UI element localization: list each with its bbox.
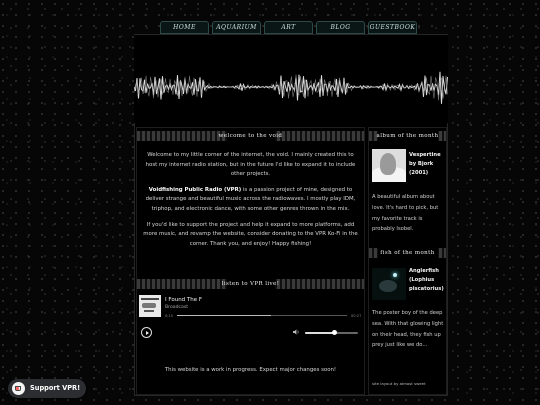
main-nav: HOME AQUARIUM ART BLOG GUESTBOOK	[160, 21, 417, 34]
album-heading: album of the month	[369, 131, 446, 141]
nav-blog[interactable]: BLOG	[316, 21, 365, 34]
listen-heading: listen to VPR live!	[137, 279, 364, 289]
layout-credit-link[interactable]: site layout by almost sweet	[372, 381, 426, 386]
nav-guestbook[interactable]: GUESTBOOK	[368, 21, 417, 34]
volume-handle[interactable]	[331, 330, 337, 335]
main-panel: welcome to the void Welcome to my little…	[136, 127, 365, 395]
waveform-banner	[134, 35, 448, 123]
duration-time: 00:27	[351, 314, 362, 318]
radio-paragraph: Voidfishing Public Radio (VPR) is a pass…	[137, 186, 364, 215]
sidebar: album of the month Vespertine by Bjork (…	[368, 127, 447, 395]
album-art	[139, 295, 161, 317]
track-title: I Found The F	[165, 297, 203, 303]
fish-image	[372, 268, 406, 300]
album-description: A beautiful album about love. It's hard …	[372, 194, 439, 233]
support-label: Support VPR!	[30, 384, 81, 392]
welcome-heading: welcome to the void	[137, 131, 364, 141]
support-vpr-button[interactable]: Support VPR!	[8, 379, 86, 398]
seek-bar[interactable]	[177, 315, 347, 316]
fish-heading: fish of the month	[369, 248, 446, 258]
radio-name: Voidfishing Public Radio (VPR)	[148, 186, 242, 193]
nav-art[interactable]: ART	[264, 21, 313, 34]
kofi-cup-icon	[12, 382, 25, 395]
nav-aquarium[interactable]: AQUARIUM	[212, 21, 261, 34]
support-paragraph: If you'd like to support the project and…	[143, 221, 358, 247]
play-button[interactable]	[141, 327, 152, 338]
album-cover	[372, 149, 406, 182]
nav-home[interactable]: HOME	[160, 21, 209, 34]
intro-paragraph: Welcome to my little corner of the inter…	[145, 152, 356, 178]
volume-level	[305, 332, 335, 334]
seek-progress	[177, 315, 271, 316]
track-artist: Broadcast	[165, 305, 189, 310]
wip-notice: This website is a work in progress. Expe…	[164, 367, 337, 373]
elapsed-time: 0:15	[165, 314, 174, 318]
waveform-graphic	[134, 71, 448, 104]
album-title: Vespertine by Bjork (2001)	[409, 152, 441, 176]
audio-player: I Found The F Broadcast 0:15 00:27	[139, 295, 363, 339]
volume-icon[interactable]	[293, 329, 300, 335]
volume-slider[interactable]	[305, 330, 358, 335]
fish-title: Anglerfish (Lophius piscatorius)	[409, 268, 444, 292]
fish-description: The poster boy of the deep sea. With tha…	[372, 310, 444, 349]
